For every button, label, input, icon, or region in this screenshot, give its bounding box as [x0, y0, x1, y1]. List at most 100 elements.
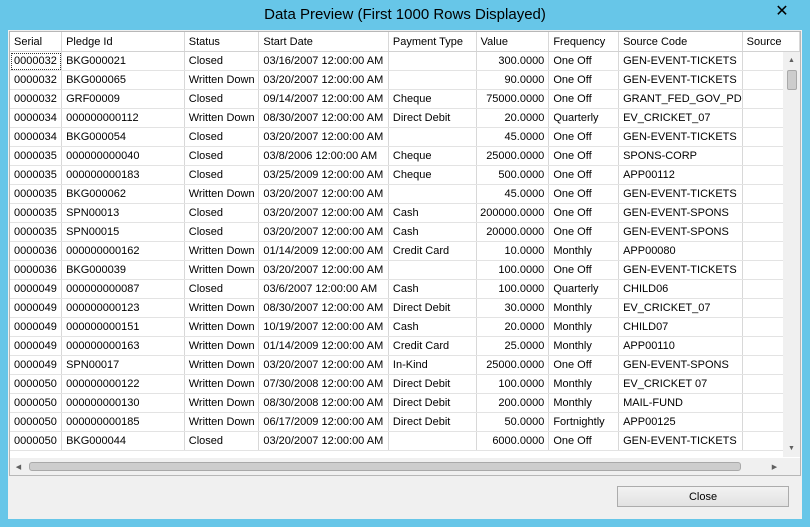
table-cell[interactable]: 100.0000	[476, 260, 550, 280]
table-cell[interactable]	[388, 70, 477, 90]
table-cell[interactable]: 03/20/2007 12:00:00 AM	[258, 260, 389, 280]
table-row[interactable]: 0000035 000000000183 Closed 03/25/2009 12:0…	[10, 165, 800, 185]
table-cell[interactable]: 0000050	[10, 374, 63, 394]
table-cell[interactable]: One Off	[548, 260, 620, 280]
table-cell[interactable]: GEN-EVENT-TICKETS	[618, 184, 743, 204]
table-cell[interactable]: GEN-EVENT-SPONS	[618, 355, 743, 375]
table-cell[interactable]: 000000000185	[61, 412, 185, 432]
table-cell[interactable]: One Off	[548, 127, 620, 147]
table-cell[interactable]: 500.0000	[476, 165, 550, 185]
column-header[interactable]: Serial	[10, 32, 63, 52]
table-cell[interactable]	[388, 51, 477, 71]
table-cell[interactable]: One Off	[548, 165, 620, 185]
column-header[interactable]: Frequency	[548, 32, 620, 52]
table-cell[interactable]: 03/20/2007 12:00:00 AM	[258, 222, 389, 242]
table-row[interactable]: 0000034 BKG000054 Closed 03/20/2007 12:00:0…	[10, 127, 800, 147]
table-cell[interactable]: Cheque	[388, 146, 477, 166]
table-cell[interactable]: 0000050	[10, 412, 63, 432]
horizontal-scroll-thumb[interactable]	[29, 462, 741, 471]
table-cell[interactable]: 75000.0000	[476, 89, 550, 109]
close-window-icon[interactable]: ✕	[764, 0, 800, 22]
table-cell[interactable]: 0000049	[10, 279, 63, 299]
table-cell[interactable]: Closed	[184, 203, 260, 223]
table-cell[interactable]: Monthly	[548, 393, 620, 413]
table-cell[interactable]: 25000.0000	[476, 146, 550, 166]
table-cell[interactable]: BKG000039	[61, 260, 185, 280]
table-cell[interactable]: 000000000163	[61, 336, 185, 356]
table-cell[interactable]: 100.0000	[476, 279, 550, 299]
table-cell[interactable]: One Off	[548, 51, 620, 71]
table-cell[interactable]: 20.0000	[476, 317, 550, 337]
table-cell[interactable]: 0000032	[10, 70, 63, 90]
table-cell[interactable]: Fortnightly	[548, 412, 620, 432]
table-cell[interactable]: 100.0000	[476, 374, 550, 394]
table-row[interactable]: 0000050 BKG000044 Closed 03/20/2007 12:00:0…	[10, 431, 800, 451]
table-cell[interactable]: GEN-EVENT-TICKETS	[618, 70, 743, 90]
table-cell[interactable]: 0000034	[10, 108, 63, 128]
table-cell[interactable]: Quarterly	[548, 279, 620, 299]
table-cell[interactable]: 0000049	[10, 336, 63, 356]
table-row[interactable]: 0000034 000000000112 Written Down 08/30/200…	[10, 108, 800, 128]
table-cell[interactable]: Written Down	[184, 70, 260, 90]
table-cell[interactable]: GRF00009	[61, 89, 185, 109]
table-row[interactable]: 0000049 SPN00017 Written Down 03/20/2007 12…	[10, 355, 800, 375]
column-header[interactable]: Status	[184, 32, 260, 52]
table-cell[interactable]: 01/14/2009 12:00:00 AM	[258, 241, 389, 261]
table-cell[interactable]: 90.0000	[476, 70, 550, 90]
table-cell[interactable]: Closed	[184, 89, 260, 109]
table-row[interactable]: 0000050 000000000122 Written Down 07/30/200…	[10, 374, 800, 394]
table-cell[interactable]: 0000049	[10, 298, 63, 318]
table-cell[interactable]: Cheque	[388, 165, 477, 185]
table-cell[interactable]: 45.0000	[476, 127, 550, 147]
table-cell[interactable]: GEN-EVENT-TICKETS	[618, 127, 743, 147]
column-header[interactable]: Start Date	[258, 32, 389, 52]
column-header[interactable]: Pledge Id	[61, 32, 185, 52]
table-cell[interactable]: 000000000112	[61, 108, 185, 128]
table-cell[interactable]: One Off	[548, 70, 620, 90]
table-cell[interactable]: SPONS-CORP	[618, 146, 743, 166]
table-cell[interactable]	[388, 127, 477, 147]
table-cell[interactable]: 000000000162	[61, 241, 185, 261]
table-cell[interactable]: 000000000183	[61, 165, 185, 185]
table-cell[interactable]: Closed	[184, 431, 260, 451]
table-row[interactable]: 0000050 000000000185 Written Down 06/17/200…	[10, 412, 800, 432]
table-row[interactable]: 0000050 000000000130 Written Down 08/30/200…	[10, 393, 800, 413]
table-cell[interactable]: Cash	[388, 203, 477, 223]
table-cell[interactable]: Written Down	[184, 374, 260, 394]
table-cell[interactable]: Monthly	[548, 241, 620, 261]
table-cell[interactable]: In-Kind	[388, 355, 477, 375]
table-cell[interactable]: EV_CRICKET_07	[618, 298, 743, 318]
table-cell[interactable]: GEN-EVENT-TICKETS	[618, 51, 743, 71]
table-cell[interactable]: GEN-EVENT-SPONS	[618, 222, 743, 242]
table-cell[interactable]: Closed	[184, 127, 260, 147]
table-cell[interactable]: Closed	[184, 165, 260, 185]
table-cell[interactable]: 03/20/2007 12:00:00 AM	[258, 70, 389, 90]
table-cell[interactable]: 03/20/2007 12:00:00 AM	[258, 355, 389, 375]
table-row[interactable]: 0000032 BKG000065 Written Down 03/20/2007 1…	[10, 70, 800, 90]
table-cell[interactable]: Direct Debit	[388, 108, 477, 128]
table-row[interactable]: 0000049 000000000123 Written Down 08/30/200…	[10, 298, 800, 318]
table-cell[interactable]: Credit Card	[388, 336, 477, 356]
table-cell[interactable]: One Off	[548, 203, 620, 223]
horizontal-scrollbar[interactable]: ◀ ▶	[10, 458, 783, 475]
table-row[interactable]: 0000035 000000000040 Closed 03/8/2006 12:00…	[10, 146, 800, 166]
table-cell[interactable]: BKG000021	[61, 51, 185, 71]
table-cell[interactable]: 0000050	[10, 431, 63, 451]
table-cell[interactable]: Written Down	[184, 393, 260, 413]
table-row[interactable]: 0000032 GRF00009 Closed 09/14/2007 12:00:00…	[10, 89, 800, 109]
table-cell[interactable]: 000000000123	[61, 298, 185, 318]
table-cell[interactable]: BKG000044	[61, 431, 185, 451]
table-cell[interactable]: EV_CRICKET 07	[618, 374, 743, 394]
table-cell[interactable]: 03/25/2009 12:00:00 AM	[258, 165, 389, 185]
table-cell[interactable]: 200.0000	[476, 393, 550, 413]
column-header[interactable]: Source	[742, 32, 800, 52]
table-cell[interactable]: 50.0000	[476, 412, 550, 432]
table-cell[interactable]: One Off	[548, 184, 620, 204]
table-cell[interactable]: 03/20/2007 12:00:00 AM	[258, 203, 389, 223]
table-cell[interactable]: 08/30/2008 12:00:00 AM	[258, 393, 389, 413]
close-button[interactable]: Close	[617, 486, 789, 507]
table-cell[interactable]: 0000049	[10, 317, 63, 337]
table-cell[interactable]: Closed	[184, 146, 260, 166]
table-cell[interactable]: Written Down	[184, 298, 260, 318]
table-row[interactable]: 0000036 BKG000039 Written Down 03/20/2007 1…	[10, 260, 800, 280]
